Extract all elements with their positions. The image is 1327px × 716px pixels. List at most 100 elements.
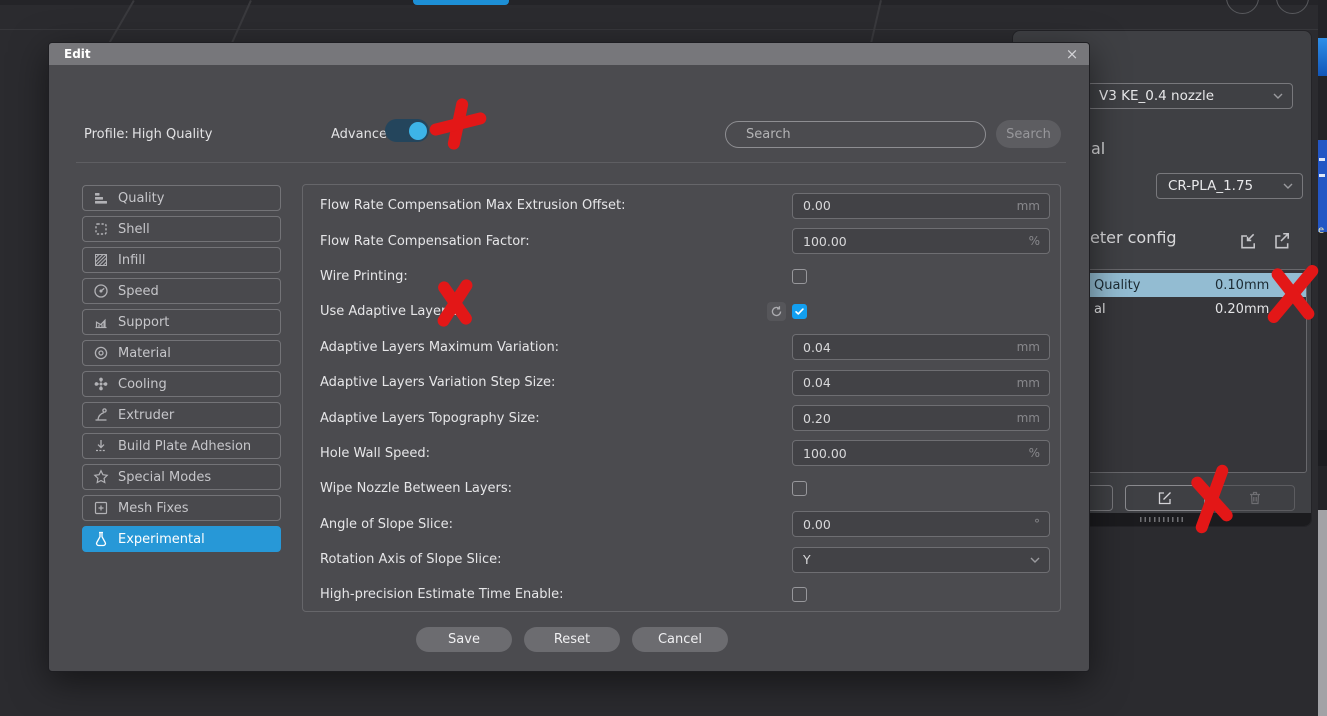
setting-input[interactable]: 0.20 mm: [792, 405, 1050, 432]
sidebar-item-build-plate-adhesion[interactable]: Build Plate Adhesion: [82, 433, 281, 459]
setting-input[interactable]: 0.04 mm: [792, 369, 1050, 396]
sidebar-item-shell[interactable]: Shell: [82, 216, 281, 242]
setting-row: Adaptive Layers Topography Size: 0.20 mm: [303, 400, 1060, 435]
sidebar-item-mesh-fixes[interactable]: Mesh Fixes: [82, 495, 281, 521]
background-window-edge: e: [1318, 0, 1327, 716]
trash-icon: [1247, 490, 1263, 506]
search-button[interactable]: Search: [996, 120, 1061, 148]
setting-row: Adaptive Layers Variation Step Size: 0.04…: [303, 365, 1060, 400]
material-dropdown-value: CR-PLA_1.75: [1168, 178, 1254, 194]
setting-unit: mm: [1016, 375, 1040, 390]
setting-input[interactable]: 0.04 mm: [792, 334, 1050, 361]
setting-value: 0.00: [803, 198, 831, 214]
profile-layer-height: 0.20mm: [1215, 301, 1270, 317]
sidebar-item-label: Experimental: [118, 531, 205, 547]
sidebar-item-label: Mesh Fixes: [118, 500, 189, 516]
sidebar-item-special-modes[interactable]: Special Modes: [82, 464, 281, 490]
setting-input[interactable]: 100.00%: [792, 440, 1050, 467]
sidebar-item-material[interactable]: Material: [82, 340, 281, 366]
sidebar-item-experimental[interactable]: Experimental: [82, 526, 281, 552]
setting-input[interactable]: 0.00 mm: [792, 192, 1050, 219]
profile-name: Quality: [1094, 277, 1141, 293]
parameter-config-label: eter config: [1090, 228, 1177, 247]
setting-label: Flow Rate Compensation Max Extrusion Off…: [320, 198, 626, 214]
setting-unit: %: [1028, 446, 1040, 461]
dialog-footer: Save Reset Cancel: [416, 627, 728, 652]
edge-text-fragment: e: [1318, 225, 1325, 236]
edit-profile-dialog: Edit × Profile: High Quality Advanced Se…: [48, 42, 1090, 672]
profile-value: High Quality: [132, 127, 213, 142]
setting-label: Adaptive Layers Variation Step Size:: [320, 375, 556, 391]
sidebar-item-label: Infill: [118, 252, 146, 268]
cancel-button[interactable]: Cancel: [632, 627, 728, 652]
sidebar-item-speed[interactable]: Speed: [82, 278, 281, 304]
setting-row: Use Adaptive Layers:: [303, 294, 1060, 329]
sidebar-item-label: Support: [118, 314, 170, 330]
infill-icon: [93, 252, 109, 268]
setting-row: Wire Printing:: [303, 259, 1060, 294]
setting-unit: °: [1034, 517, 1040, 532]
mesh-fixes-icon: [93, 500, 109, 516]
sidebar-item-label: Extruder: [118, 407, 175, 423]
material-icon: [93, 345, 109, 361]
toolbar-circle-button[interactable]: [1226, 0, 1259, 14]
top-bar: [0, 0, 1327, 5]
sidebar-item-infill[interactable]: Infill: [82, 247, 281, 273]
setting-label: Adaptive Layers Maximum Variation:: [320, 339, 560, 355]
setting-checkbox[interactable]: [792, 481, 807, 497]
delete-profile-button[interactable]: [1215, 485, 1295, 511]
setting-input[interactable]: 100.00%: [792, 228, 1050, 255]
setting-row: Flow Rate Compensation Factor: 100.00%: [303, 223, 1060, 258]
sidebar-item-label: Special Modes: [118, 469, 212, 485]
setting-row: Flow Rate Compensation Max Extrusion Off…: [303, 188, 1060, 223]
setting-row: Rotation Axis of Slope Slice: Y: [303, 542, 1060, 577]
setting-label: Wire Printing:: [320, 268, 408, 284]
sidebar-item-label: Cooling: [118, 376, 167, 392]
setting-checkbox[interactable]: [792, 587, 807, 603]
dialog-title: Edit: [64, 47, 91, 61]
setting-value: Y: [803, 552, 811, 568]
reset-icon[interactable]: [767, 302, 786, 322]
setting-input[interactable]: 0.00 °: [792, 511, 1050, 538]
edit-profile-button[interactable]: [1125, 485, 1205, 511]
setting-row: Angle of Slope Slice: 0.00 °: [303, 507, 1060, 542]
sidebar-item-quality[interactable]: Quality: [82, 185, 281, 211]
search-input[interactable]: [726, 122, 985, 147]
setting-row: High-precision Estimate Time Enable:: [303, 577, 1060, 612]
sidebar-item-extruder[interactable]: Extruder: [82, 402, 281, 428]
export-profile-icon[interactable]: [1271, 231, 1291, 251]
printer-dropdown[interactable]: V3 KE_0.4 nozzle: [1087, 83, 1293, 109]
close-icon[interactable]: ×: [1064, 46, 1080, 62]
star-icon: [93, 469, 109, 485]
reset-button[interactable]: Reset: [524, 627, 620, 652]
sidebar-item-label: Speed: [118, 283, 159, 299]
toolbar-primary-button-partial[interactable]: [413, 0, 509, 5]
setting-value: 0.04: [803, 339, 831, 355]
setting-select[interactable]: Y: [792, 546, 1050, 573]
toolbar-circle-button[interactable]: [1276, 0, 1309, 14]
edit-icon: [1157, 490, 1173, 506]
setting-checkbox[interactable]: [792, 304, 807, 320]
extruder-icon: [93, 407, 109, 423]
material-section-label: al: [1091, 139, 1106, 158]
chevron-down-icon: [1030, 557, 1040, 563]
profile-list-row[interactable]: Quality 0.10mm: [1088, 273, 1306, 297]
setting-label: Use Adaptive Layers:: [320, 304, 458, 320]
save-button[interactable]: Save: [416, 627, 512, 652]
material-dropdown[interactable]: CR-PLA_1.75: [1156, 173, 1303, 199]
setting-label: Hole Wall Speed:: [320, 445, 430, 461]
setting-unit: mm: [1016, 198, 1040, 213]
dialog-titlebar[interactable]: Edit ×: [49, 43, 1089, 65]
import-profile-icon[interactable]: [1237, 231, 1257, 251]
profile-list-row[interactable]: al 0.20mm: [1088, 297, 1306, 321]
advanced-toggle[interactable]: [385, 119, 429, 142]
setting-label: Adaptive Layers Topography Size:: [320, 410, 540, 426]
flask-icon: [93, 531, 109, 547]
sidebar-item-cooling[interactable]: Cooling: [82, 371, 281, 397]
support-icon: [93, 314, 109, 330]
sidebar-item-support[interactable]: Support: [82, 309, 281, 335]
setting-checkbox[interactable]: [792, 268, 807, 284]
adhesion-icon: [93, 438, 109, 454]
drag-handle[interactable]: [1140, 517, 1184, 522]
layers-icon: [93, 190, 109, 206]
